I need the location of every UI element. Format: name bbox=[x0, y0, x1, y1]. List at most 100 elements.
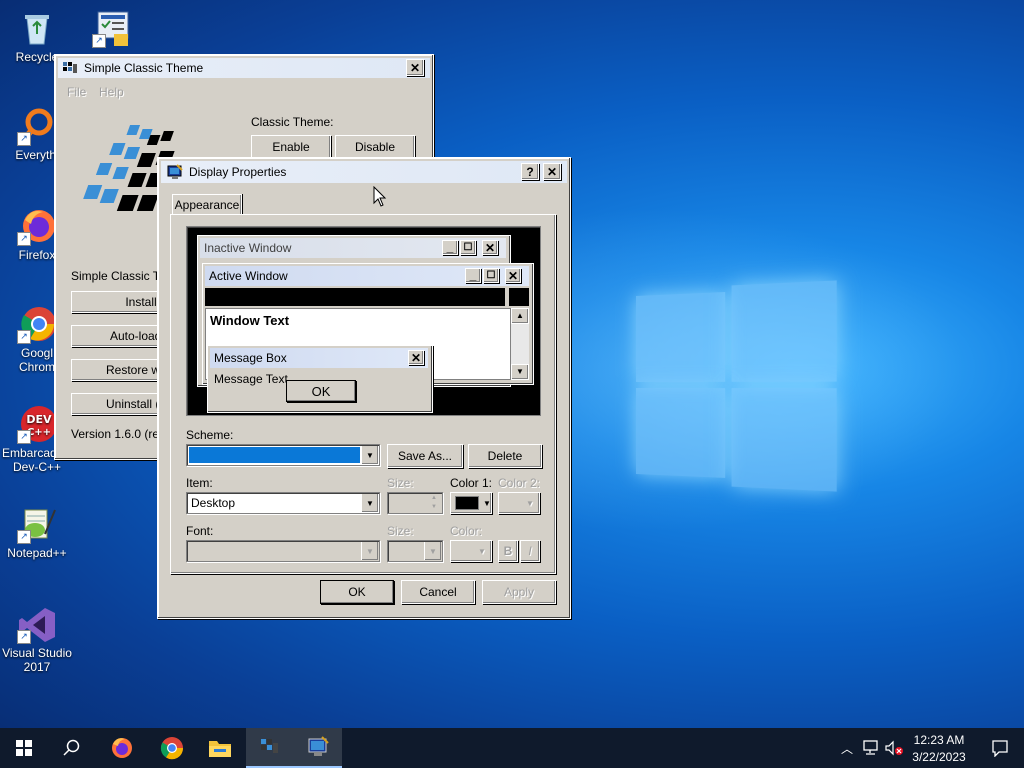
shortcut-arrow-icon: ↗ bbox=[92, 34, 106, 48]
color2-label: Color 2: bbox=[498, 476, 541, 490]
show-hidden-icons-button[interactable]: ︿ bbox=[836, 728, 858, 768]
help-button[interactable]: ? bbox=[521, 163, 539, 180]
menu-help[interactable]: Help bbox=[99, 85, 124, 99]
scheme-label: Scheme: bbox=[186, 428, 234, 442]
classic-theme-icon bbox=[261, 739, 278, 753]
preview-msgbox-titlebar: Message Box bbox=[210, 348, 428, 368]
search-icon bbox=[63, 739, 80, 756]
desktop-icon-label: Recycle bbox=[15, 50, 59, 64]
close-icon: ✕ bbox=[408, 350, 424, 365]
volume-tray-button[interactable] bbox=[882, 728, 906, 768]
msgbox-title: Message Box bbox=[214, 351, 287, 365]
menu-file[interactable]: File bbox=[67, 85, 86, 99]
tab-appearance[interactable]: Appearance bbox=[172, 194, 242, 214]
cancel-button[interactable]: Cancel bbox=[401, 580, 475, 604]
preview-menu-bar bbox=[205, 288, 505, 306]
devcpp-icon: DEV C++ ↗ bbox=[17, 404, 57, 444]
shortcut-arrow-icon: ↗ bbox=[17, 132, 31, 146]
desktop-icon-label-line2: Dev-C++ bbox=[12, 460, 62, 474]
chrome-icon: ↗ bbox=[17, 304, 57, 344]
desktop-icon-label-line2: 2017 bbox=[23, 660, 51, 674]
taskbar-file-explorer[interactable] bbox=[196, 728, 244, 768]
desktop-icon-control[interactable]: ↗ bbox=[82, 8, 142, 50]
font-size-label: Size: bbox=[387, 524, 414, 538]
taskbar-simple-classic-theme[interactable] bbox=[246, 728, 294, 768]
clock-date: 3/22/2023 bbox=[912, 750, 966, 764]
search-magnifier-icon: ↗ bbox=[17, 106, 57, 146]
taskbar-display-properties[interactable] bbox=[294, 728, 342, 768]
taskbar: ︿ 12:23 AM 3/22/2023 bbox=[0, 728, 1024, 768]
preview-ok-button: OK bbox=[286, 380, 356, 402]
chevron-down-icon: ▼ bbox=[526, 498, 534, 508]
font-color-picker: ▼ bbox=[450, 540, 492, 562]
network-tray-button[interactable] bbox=[860, 728, 882, 768]
bold-button: B bbox=[498, 540, 518, 562]
folder-icon bbox=[209, 741, 231, 757]
minimize-icon: _ bbox=[442, 240, 458, 255]
disable-button[interactable]: Disable bbox=[335, 135, 415, 159]
preview-message-box: Message Box ✕ Message Text OK bbox=[207, 345, 433, 413]
ok-button[interactable]: OK bbox=[320, 580, 394, 604]
app-icon bbox=[62, 61, 78, 75]
version-label: Version 1.6.0 (revi bbox=[71, 427, 168, 441]
spinner-arrows-icon: ▲ ▼ bbox=[431, 495, 437, 510]
shortcut-arrow-icon: ↗ bbox=[17, 232, 31, 246]
clock-time: 12:23 AM bbox=[913, 733, 965, 747]
scroll-down-icon: ▼ bbox=[511, 364, 529, 380]
color2-picker: ▼ bbox=[498, 492, 540, 514]
chevron-down-icon: ▼ bbox=[361, 494, 378, 512]
close-icon: ✕ bbox=[482, 240, 498, 255]
close-icon: ✕ bbox=[546, 165, 558, 179]
taskbar-chrome[interactable] bbox=[148, 728, 196, 768]
desktop-icon-notepadpp[interactable]: ↗ Notepad++ bbox=[2, 504, 72, 560]
visual-studio-icon: ↗ bbox=[17, 604, 57, 644]
classic-theme-label: Classic Theme: bbox=[251, 115, 334, 129]
recycle-bin-icon bbox=[17, 8, 57, 48]
item-label: Item: bbox=[186, 476, 213, 490]
item-dropdown[interactable]: Desktop ▼ bbox=[186, 492, 380, 514]
desktop-icon-label: Firefox bbox=[18, 248, 56, 262]
maximize-icon: ☐ bbox=[483, 268, 499, 283]
clock[interactable]: 12:23 AM 3/22/2023 bbox=[906, 731, 972, 765]
enable-button[interactable]: Enable bbox=[251, 135, 331, 159]
font-size-dropdown: ▼ bbox=[387, 540, 443, 562]
volume-muted-icon bbox=[885, 740, 903, 756]
color1-picker[interactable]: ▼ bbox=[450, 492, 492, 514]
taskbar-firefox[interactable] bbox=[98, 728, 146, 768]
start-button[interactable] bbox=[0, 728, 48, 768]
color1-label: Color 1: bbox=[450, 476, 493, 490]
notepadpp-icon: ↗ bbox=[17, 504, 57, 544]
notification-icon bbox=[992, 740, 1008, 757]
chevron-down-icon: ▼ bbox=[361, 446, 378, 464]
active-window-title: Active Window bbox=[209, 269, 288, 283]
chevron-down-icon: ▼ bbox=[361, 542, 378, 560]
delete-button[interactable]: Delete bbox=[468, 444, 542, 468]
save-as-button[interactable]: Save As... bbox=[387, 444, 463, 468]
size-label: Size: bbox=[387, 476, 414, 490]
scheme-dropdown[interactable]: ▼ bbox=[186, 444, 380, 466]
display-icon bbox=[308, 736, 329, 756]
apply-button: Apply bbox=[482, 580, 556, 604]
firefox-icon bbox=[112, 738, 132, 758]
shortcut-arrow-icon: ↗ bbox=[17, 330, 31, 344]
mouse-cursor-icon bbox=[373, 185, 387, 208]
chevron-up-icon: ︿ bbox=[840, 741, 853, 756]
desktop-icon-label: Everythi bbox=[15, 148, 59, 162]
action-center-button[interactable] bbox=[976, 728, 1024, 768]
desktop-icon-visual-studio[interactable]: ↗ Visual Studio 2017 bbox=[2, 604, 72, 674]
shortcut-arrow-icon: ↗ bbox=[17, 630, 31, 644]
tab-label: Appearance bbox=[174, 197, 240, 212]
scheme-selected-value bbox=[189, 447, 360, 463]
desktop-icon-label: Notepad++ bbox=[7, 546, 67, 560]
preview-scrollbar: ▲ ▼ bbox=[511, 308, 529, 380]
title-bar[interactable]: Display Properties ? ✕ bbox=[161, 161, 567, 183]
display-properties-window: Display Properties ? ✕ Appearance Inacti… bbox=[157, 157, 571, 619]
windows-logo-wallpaper bbox=[636, 280, 837, 492]
close-button[interactable]: ✕ bbox=[543, 163, 561, 180]
close-button[interactable]: ✕ bbox=[406, 59, 424, 76]
help-icon: ? bbox=[526, 165, 534, 179]
title-bar[interactable]: Simple Classic Theme ✕ bbox=[58, 58, 430, 78]
appearance-preview: Inactive Window _ ☐ ✕ Active Window _ ☐ … bbox=[186, 226, 541, 416]
search-button[interactable] bbox=[48, 728, 96, 768]
window-title: Simple Classic Theme bbox=[84, 61, 204, 75]
